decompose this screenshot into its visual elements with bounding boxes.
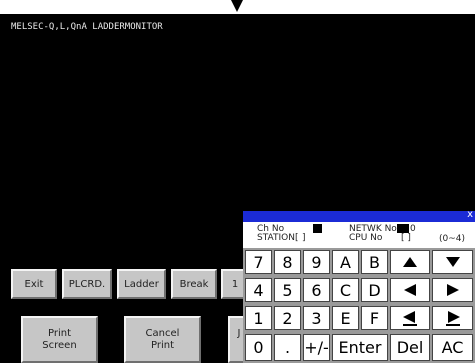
key-e[interactable]: E [332,306,359,330]
key-dot[interactable]: . [274,334,301,361]
down-arrow-icon[interactable] [432,250,473,274]
key-4[interactable]: 4 [245,278,272,302]
keypad-grid: 7 8 9 A B 4 5 6 C D 1 2 3 E F 0 . +/- En… [243,248,475,363]
exit-button[interactable]: Exit [11,269,57,299]
key-3[interactable]: 3 [303,306,330,330]
keypad-titlebar[interactable]: x [243,209,475,222]
netwk-cursor[interactable] [397,224,409,233]
key-1[interactable]: 1 [245,306,272,330]
key-5[interactable]: 5 [274,278,301,302]
cancel-print-line2: Print [150,340,174,351]
left-arrow-icon[interactable] [390,278,430,302]
key-f[interactable]: F [361,306,388,330]
print-screen-line2: Screen [42,340,77,351]
ch-no-cursor[interactable] [313,224,322,233]
up-arrow-icon[interactable] [390,250,430,274]
break-button[interactable]: Break [171,269,217,299]
close-icon[interactable]: x [467,209,473,220]
window-title: MELSEC-Q,L,QnA LADDERMONITOR [11,22,163,32]
right-arrow-icon[interactable] [432,278,473,302]
key-0[interactable]: 0 [245,334,272,361]
home-icon[interactable] [390,306,430,330]
cancel-print-button[interactable]: Cancel Print [124,316,201,363]
key-c[interactable]: C [332,278,359,302]
key-del[interactable]: Del [390,334,430,361]
key-plus-minus[interactable]: +/- [303,334,330,361]
key-enter[interactable]: Enter [332,334,388,361]
key-9[interactable]: 9 [303,250,330,274]
key-d[interactable]: D [361,278,388,302]
cpu-no-field[interactable]: [ ] [401,234,411,243]
cancel-print-line1: Cancel [145,328,180,339]
key-7[interactable]: 7 [245,250,272,274]
key-6[interactable]: 6 [303,278,330,302]
numeric-keypad-window: x Ch No STATION[ ] NETWK No[ 0 CPU No [ … [243,209,475,363]
print-screen-line1: Print [47,328,71,339]
key-b[interactable]: B [361,250,388,274]
print-screen-button[interactable]: Print Screen [21,316,98,363]
key-a[interactable]: A [332,250,359,274]
station-label: STATION[ [257,233,299,243]
key-2[interactable]: 2 [274,306,301,330]
cpu-no-label: CPU No [349,233,383,243]
key-ac[interactable]: AC [432,334,473,361]
caret-down-icon [231,0,243,12]
key-8[interactable]: 8 [274,250,301,274]
plcrd-button[interactable]: PLCRD. [62,269,112,299]
end-icon[interactable] [432,306,473,330]
station-close: ] [302,233,306,243]
ladder-button[interactable]: Ladder [117,269,166,299]
range-label: (0~4) [439,234,466,244]
